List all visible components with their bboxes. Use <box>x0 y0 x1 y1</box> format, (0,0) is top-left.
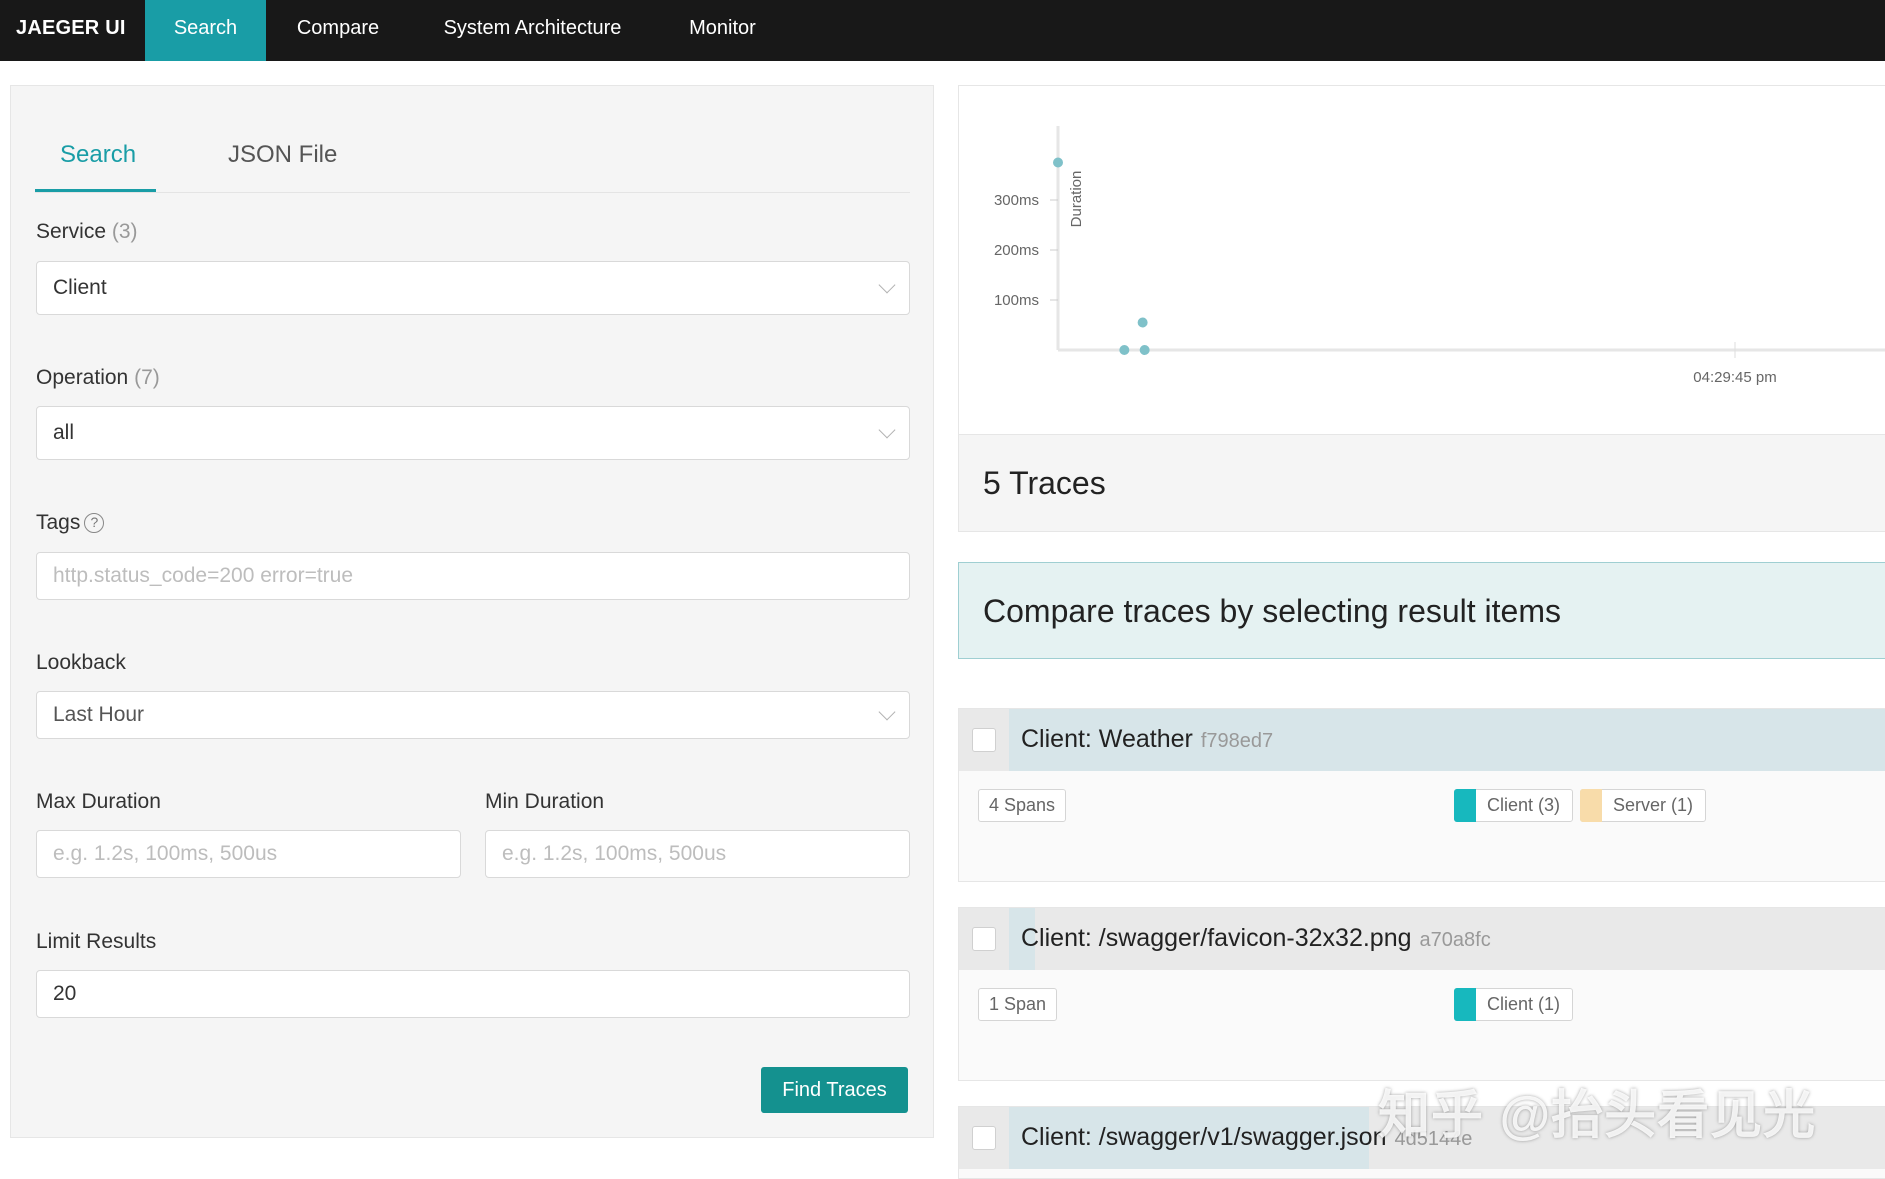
trace-header[interactable]: Client: /swagger/favicon-32x32.png a70a8f… <box>959 908 1885 970</box>
trace-point <box>1119 345 1130 355</box>
select-checkbox[interactable] <box>972 927 996 951</box>
min-duration-input[interactable]: e.g. 1.2s, 100ms, 500us <box>485 830 910 878</box>
trace-point <box>1139 345 1150 355</box>
nav-item-system-architecture[interactable]: System Architecture <box>410 0 655 61</box>
select-checkbox[interactable] <box>972 1126 996 1150</box>
operation-value: all <box>53 421 75 444</box>
service-tag: Client (3) <box>1454 789 1574 822</box>
service-count: (3) <box>111 220 138 243</box>
tags-input[interactable]: http.status_code=200 error=true <box>36 552 910 600</box>
trace-count: 5 Traces <box>983 465 1106 501</box>
trace-id: f798ed7 <box>1200 730 1274 752</box>
trace-result-item[interactable]: Client: /swagger/favicon-32x32.png a70a8f… <box>958 907 1885 1081</box>
lookback-select[interactable]: Last Hour <box>36 691 910 739</box>
watermark: 知乎 @抬头看见光 <box>1378 1087 1817 1145</box>
find-traces-button[interactable]: Find Traces <box>761 1067 908 1113</box>
limit-results-label: Limit Results <box>36 930 157 953</box>
duration-scatter-chart: Duration 100ms 200ms 300ms 04:29:45 pm <box>958 85 1885 435</box>
service-color-swatch <box>1454 789 1476 822</box>
service-color-swatch <box>1580 789 1602 822</box>
operation-select[interactable]: all <box>36 406 910 460</box>
trace-title[interactable]: Client: /swagger/favicon-32x32.png a70a8f… <box>1021 924 1491 953</box>
span-count-badge: 4 Spans <box>978 789 1067 822</box>
span-count-badge: 1 Span <box>978 988 1058 1021</box>
scatter-plot: Duration 100ms 200ms 300ms 04:29:45 pm <box>994 126 1885 386</box>
max-duration-input[interactable]: e.g. 1.2s, 100ms, 500us <box>36 830 461 878</box>
x-tick-label: 04:29:45 pm <box>1693 369 1776 386</box>
compare-hint-banner: Compare traces by selecting result items <box>958 562 1885 659</box>
brand-logo[interactable]: JAEGER UI <box>16 0 126 61</box>
service-color-swatch <box>1454 988 1476 1021</box>
trace-title[interactable]: Client: Weather f798ed7 <box>1021 725 1273 754</box>
service-select[interactable]: Client <box>36 261 910 315</box>
tags-label: Tags? <box>36 511 105 535</box>
service-label: Service (3) <box>36 220 138 243</box>
service-tag: Client (1) <box>1454 988 1574 1021</box>
operation-label: Operation (7) <box>36 366 160 389</box>
service-tag: Server (1) <box>1580 789 1707 822</box>
trace-point <box>1053 157 1063 168</box>
limit-results-input[interactable]: 20 <box>36 970 910 1018</box>
lookback-label: Lookback <box>36 651 126 674</box>
search-panel: Search JSON File Service (3) Client Oper… <box>10 85 934 1138</box>
top-nav: JAEGER UI Search Compare System Architec… <box>0 0 1885 61</box>
trace-header[interactable]: Client: Weather f798ed7 <box>959 709 1885 771</box>
tab-json-file[interactable]: JSON File <box>228 141 337 169</box>
nav-item-search[interactable]: Search <box>145 0 266 61</box>
operation-count: (7) <box>134 366 160 389</box>
y-tick-label: 200ms <box>994 242 1039 259</box>
y-tick-label: 300ms <box>994 192 1039 209</box>
tab-search[interactable]: Search <box>60 141 136 169</box>
trace-result-item[interactable]: Client: Weather f798ed7 4 Spans Client (3… <box>958 708 1885 882</box>
trace-point <box>1137 317 1148 328</box>
service-value: Client <box>53 276 107 299</box>
select-checkbox[interactable] <box>972 728 996 752</box>
tab-divider <box>35 192 910 193</box>
trace-count-bar: 5 Traces <box>958 434 1885 532</box>
nav-item-compare[interactable]: Compare <box>266 0 410 61</box>
min-duration-label: Min Duration <box>485 790 605 813</box>
nav-item-monitor[interactable]: Monitor <box>655 0 790 61</box>
y-tick-label: 100ms <box>994 292 1039 309</box>
y-axis-title: Duration <box>1068 171 1085 228</box>
help-icon[interactable]: ? <box>84 513 105 533</box>
lookback-value: Last Hour <box>53 703 145 726</box>
compare-hint-text: Compare traces by selecting result items <box>983 593 1561 629</box>
max-duration-label: Max Duration <box>36 790 161 813</box>
trace-id: a70a8fc <box>1419 929 1491 951</box>
